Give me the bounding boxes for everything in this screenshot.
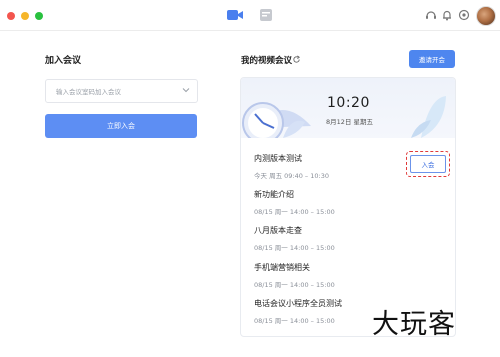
meeting-time: 08/15 周一 14:00 – 15:00 xyxy=(254,208,335,216)
video-camera-icon[interactable] xyxy=(226,7,244,23)
list-item[interactable]: 八月版本走查 08/15 周一 14:00 – 15:00 xyxy=(254,225,335,252)
meeting-time: 08/15 周一 14:00 – 15:00 xyxy=(254,317,335,325)
close-window-button[interactable] xyxy=(7,12,15,20)
meeting-code-input[interactable]: 输入会议室码加入会议 xyxy=(45,79,198,103)
maximize-window-button[interactable] xyxy=(35,12,43,20)
clock-date: 8月12日 星期五 xyxy=(326,118,373,126)
join-meeting-title: 加入会议 xyxy=(45,56,82,66)
my-meetings-title: 我的视频会议 xyxy=(241,56,293,66)
meeting-time: 08/15 周一 14:00 – 15:00 xyxy=(254,244,335,252)
meeting-list-card: 10:20 8月12日 星期五 内测版本测试 今天 周五 09:40 – 10:… xyxy=(240,77,456,337)
clock-time: 10:20 xyxy=(327,95,370,111)
list-item[interactable]: 手机端营销相关 08/15 周一 14:00 – 15:00 xyxy=(254,262,335,289)
meeting-title: 八月版本走查 xyxy=(254,226,302,235)
title-bar xyxy=(0,0,500,31)
meeting-title: 手机端营销相关 xyxy=(254,263,310,272)
clock-banner: 10:20 8月12日 星期五 xyxy=(241,78,455,138)
meeting-time: 08/15 周一 14:00 – 15:00 xyxy=(254,281,335,289)
chevron-down-icon[interactable] xyxy=(181,85,191,95)
meeting-title: 内测版本测试 xyxy=(254,154,302,163)
list-item[interactable]: 新功能介绍 08/15 周一 14:00 – 15:00 xyxy=(254,189,335,216)
meeting-title: 新功能介绍 xyxy=(254,190,294,199)
minimize-window-button[interactable] xyxy=(21,12,29,20)
refresh-icon[interactable] xyxy=(292,55,301,64)
meeting-title: 电话会议小程序全员测试 xyxy=(254,299,342,308)
headset-icon[interactable] xyxy=(424,8,438,22)
invite-meeting-button[interactable]: 邀请开会 xyxy=(409,50,455,68)
join-now-button[interactable]: 立即入会 xyxy=(45,114,197,138)
list-item[interactable]: 电话会议小程序全员测试 08/15 周一 14:00 – 15:00 xyxy=(254,298,342,325)
settings-icon[interactable] xyxy=(457,8,471,22)
enter-meeting-button[interactable]: 入会 xyxy=(410,155,446,173)
watermark-logo: 大玩客 xyxy=(372,309,456,340)
bell-icon[interactable] xyxy=(440,8,454,22)
meeting-code-placeholder: 输入会议室码加入会议 xyxy=(56,88,121,96)
list-item[interactable]: 内测版本测试 今天 周五 09:40 – 10:30 xyxy=(254,153,329,180)
calendar-icon[interactable] xyxy=(258,7,274,23)
meeting-time: 今天 周五 09:40 – 10:30 xyxy=(254,172,329,180)
window-controls xyxy=(7,12,43,20)
avatar[interactable] xyxy=(476,6,496,26)
